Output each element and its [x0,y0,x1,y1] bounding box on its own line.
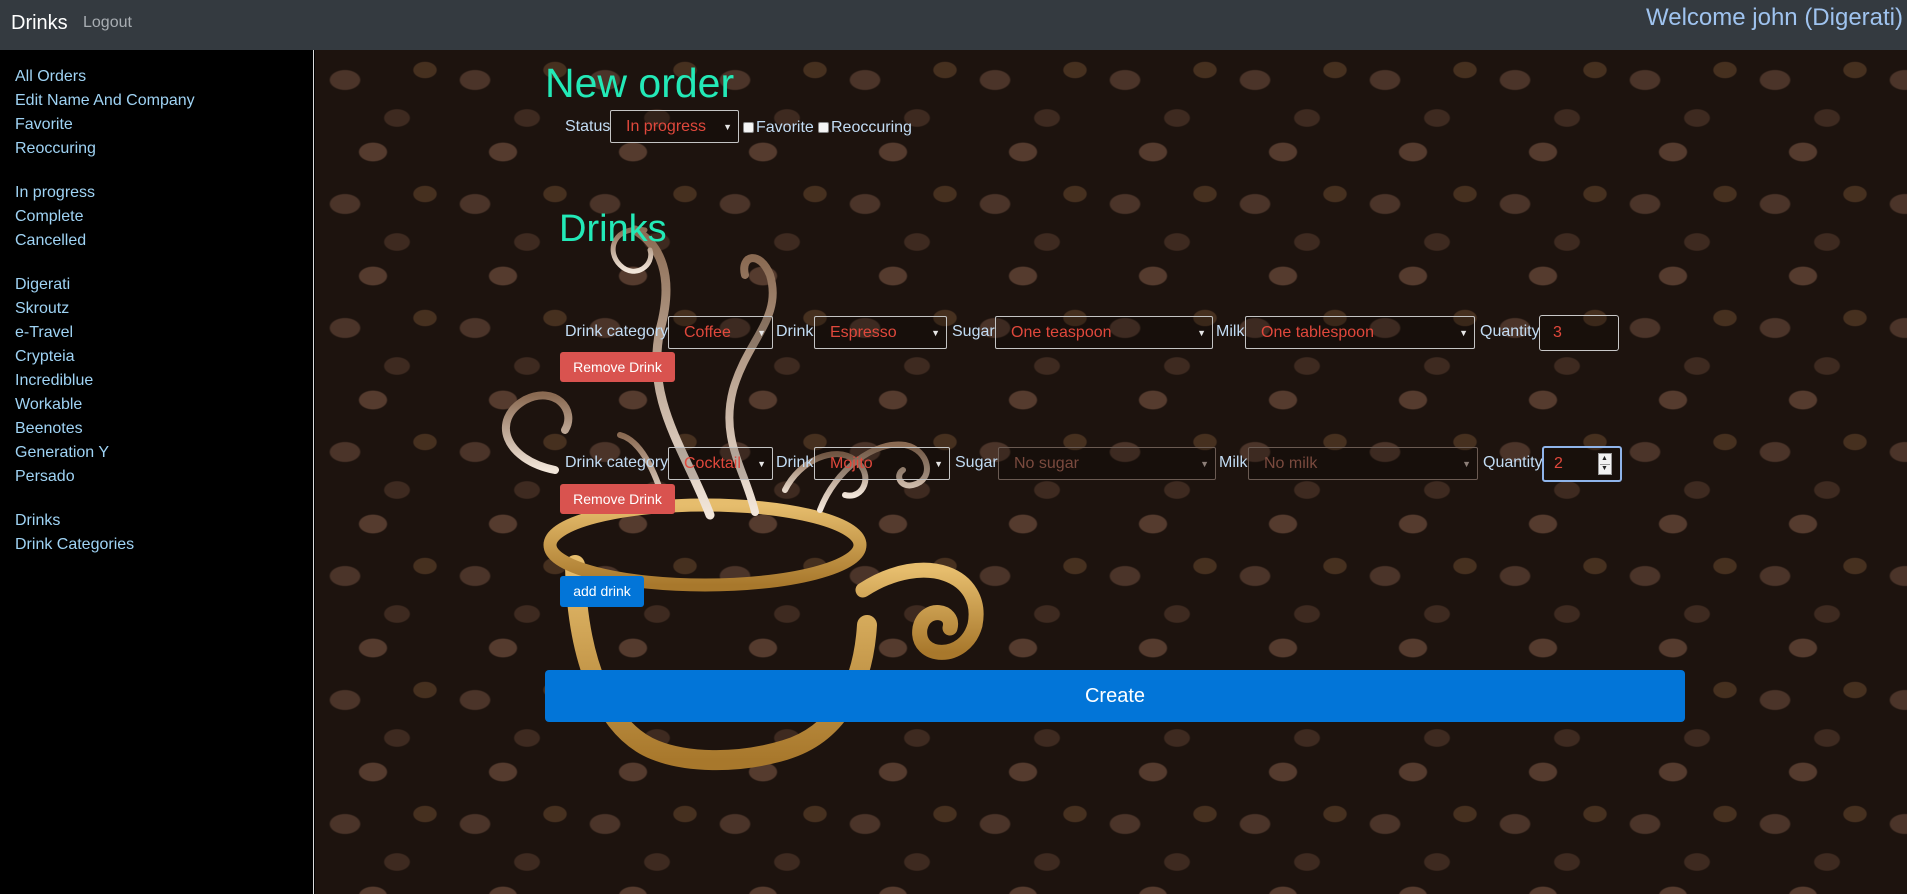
welcome-text: Welcome john (Digerati) [1646,4,1903,31]
drinks-section-title: Drinks [559,208,667,250]
select-value: No milk [1264,455,1318,472]
sidebar-item-favorite[interactable]: Favorite [15,116,73,134]
remove-drink-button[interactable]: Remove Drink [560,352,675,382]
drink-label: Drink [776,454,814,471]
sidebar-item-company[interactable]: Incrediblue [15,372,93,390]
drink-select[interactable]: Espresso ▼ [814,316,947,349]
drink-label: Drink [776,323,814,340]
sidebar-item-company[interactable]: e-Travel [15,324,73,342]
chevron-down-icon: ▼ [757,459,766,469]
drink-category-select[interactable]: Coffee ▼ [668,316,773,349]
quantity-label: Quantity [1480,323,1540,340]
quantity-input[interactable]: 3 [1539,315,1619,351]
sugar-select[interactable]: One teaspoon ▼ [995,316,1213,349]
brand-link[interactable]: Drinks [11,12,68,35]
quantity-input[interactable]: 2 ▲ ▼ [1542,446,1622,482]
sidebar-item-company[interactable]: Beenotes [15,420,83,438]
drink-category-label: Drink category [565,323,669,340]
sidebar-item-complete[interactable]: Complete [15,208,83,226]
drink-select[interactable]: Mojito ▼ [814,447,950,480]
select-value: Mojito [830,455,873,472]
milk-select-disabled: No milk ▼ [1248,447,1478,480]
drink-category-label: Drink category [565,454,669,471]
sidebar-item-all-orders[interactable]: All Orders [15,68,86,86]
arrow-down-icon[interactable]: ▼ [1601,465,1608,473]
select-value: Espresso [830,324,897,341]
status-select[interactable]: In progress ▼ [610,110,739,143]
create-button[interactable]: Create [545,670,1685,722]
sidebar-item-company[interactable]: Crypteia [15,348,75,366]
reoccuring-checkbox[interactable] [818,122,829,133]
favorite-checkbox[interactable] [743,122,754,133]
chevron-down-icon: ▼ [931,328,940,338]
sidebar-item-drinks[interactable]: Drinks [15,512,60,530]
chevron-down-icon: ▼ [723,122,732,132]
page-title: New order [545,60,735,106]
sidebar-item-edit-name-company[interactable]: Edit Name And Company [15,92,195,110]
quantity-value: 3 [1553,324,1562,341]
top-navbar: Drinks Logout Welcome john (Digerati) [0,0,1907,50]
chevron-down-icon: ▼ [1197,328,1206,338]
status-label: Status [565,118,611,135]
sidebar-item-drink-categories[interactable]: Drink Categories [15,536,134,554]
chevron-down-icon: ▼ [1462,459,1471,469]
status-select-value: In progress [626,118,707,135]
milk-select[interactable]: One tablespoon ▼ [1245,316,1475,349]
sidebar-item-company[interactable]: Generation Y [15,444,109,462]
chevron-down-icon: ▼ [1459,328,1468,338]
sidebar-item-company[interactable]: Workable [15,396,82,414]
sidebar-item-company[interactable]: Persado [15,468,75,486]
reoccuring-label: Reoccuring [831,119,912,136]
select-value: One tablespoon [1261,324,1374,341]
sidebar-item-company[interactable]: Skroutz [15,300,69,318]
sidebar-item-cancelled[interactable]: Cancelled [15,232,86,250]
select-value: Coffee [684,324,731,341]
arrow-up-icon[interactable]: ▲ [1601,455,1608,463]
main-content: New order Status In progress ▼ Favorite … [315,50,1907,894]
sidebar-item-company[interactable]: Digerati [15,276,70,294]
sidebar-item-reoccuring[interactable]: Reoccuring [15,140,96,158]
select-value: One teaspoon [1011,324,1112,341]
sidebar: All Orders Edit Name And Company Favorit… [0,50,314,894]
sugar-label: Sugar [952,323,995,340]
quantity-value: 2 [1554,455,1563,472]
sidebar-item-in-progress[interactable]: In progress [15,184,95,202]
quantity-spinner[interactable]: ▲ ▼ [1598,453,1612,475]
quantity-label: Quantity [1483,454,1543,471]
remove-drink-button[interactable]: Remove Drink [560,484,675,514]
milk-label: Milk [1216,323,1245,340]
add-drink-button[interactable]: add drink [560,576,644,607]
chevron-down-icon: ▼ [934,459,943,469]
chevron-down-icon: ▼ [757,328,766,338]
select-value: Cocktail [684,455,741,472]
drink-category-select[interactable]: Cocktail ▼ [668,447,773,480]
sugar-select-disabled: No sugar ▼ [998,447,1216,480]
logout-link[interactable]: Logout [83,14,132,32]
milk-label: Milk [1219,454,1248,471]
chevron-down-icon: ▼ [1200,459,1209,469]
favorite-label: Favorite [756,119,814,136]
sugar-label: Sugar [955,454,998,471]
select-value: No sugar [1014,455,1079,472]
